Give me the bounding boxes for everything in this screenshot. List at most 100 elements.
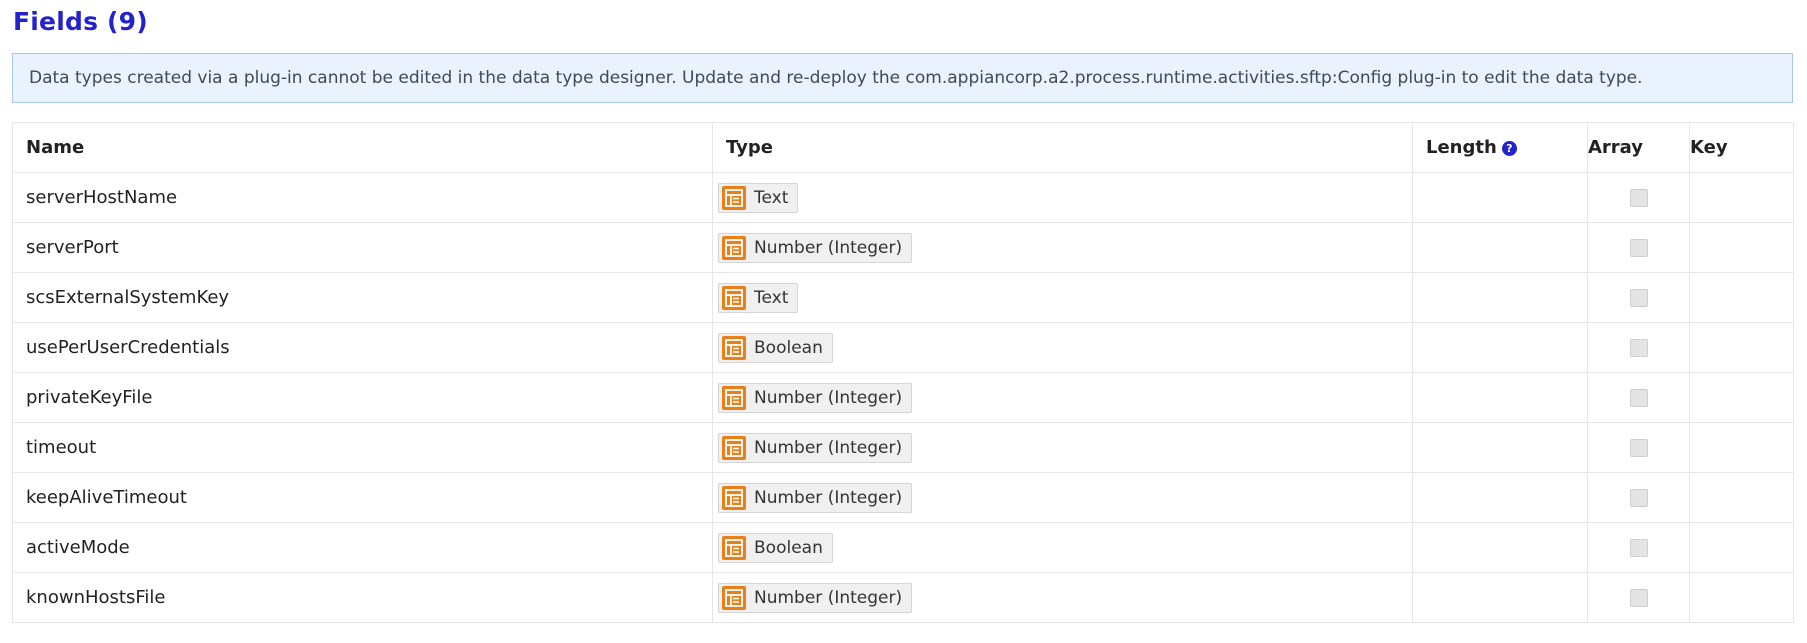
table-row: activeMode Boolean: [12, 522, 1794, 573]
array-checkbox[interactable]: [1629, 189, 1648, 207]
type-chip[interactable]: Text: [718, 182, 799, 213]
field-key: [1689, 172, 1794, 223]
field-key: [1689, 372, 1794, 423]
field-length: [1412, 572, 1588, 623]
field-array: [1587, 522, 1690, 573]
field-name: activeMode: [12, 522, 713, 573]
column-header-length-label: Length: [1426, 137, 1497, 158]
field-key: [1689, 522, 1794, 573]
data-type-icon: [722, 435, 746, 460]
table-row: timeout Number (Integer): [12, 422, 1794, 473]
data-type-icon: [722, 535, 746, 560]
field-type: Boolean: [712, 522, 1413, 573]
field-name: scsExternalSystemKey: [12, 272, 713, 323]
type-label: Text: [754, 187, 789, 208]
fields-table: Name Type Length? Array Key serverHostNa…: [12, 122, 1794, 623]
table-header-row: Name Type Length? Array Key: [12, 122, 1794, 173]
type-label: Number (Integer): [754, 237, 903, 258]
table-row: serverHostName Text: [12, 172, 1794, 223]
field-key: [1689, 422, 1794, 473]
field-array: [1587, 472, 1690, 523]
field-name-text: serverHostName: [26, 187, 178, 208]
field-length: [1412, 422, 1588, 473]
field-type: Number (Integer): [712, 572, 1413, 623]
column-header-array: Array: [1587, 122, 1690, 173]
array-checkbox[interactable]: [1629, 589, 1648, 607]
data-type-icon: [722, 385, 746, 410]
table-row: scsExternalSystemKey Text: [12, 272, 1794, 323]
field-length: [1412, 522, 1588, 573]
field-key: [1689, 572, 1794, 623]
array-checkbox[interactable]: [1629, 539, 1648, 557]
array-checkbox[interactable]: [1629, 389, 1648, 407]
field-array: [1587, 322, 1690, 373]
table-row: serverPort Number (Integer): [12, 222, 1794, 273]
table-row: knownHostsFile Number (Integer): [12, 572, 1794, 623]
fields-page: Fields (9) Data types created via a plug…: [0, 0, 1807, 643]
type-label: Text: [754, 287, 789, 308]
field-array: [1587, 372, 1690, 423]
type-label: Number (Integer): [754, 437, 903, 458]
field-name-text: scsExternalSystemKey: [26, 287, 230, 308]
field-type: Text: [712, 172, 1413, 223]
field-key: [1689, 222, 1794, 273]
field-name: serverPort: [12, 222, 713, 273]
type-chip[interactable]: Number (Integer): [718, 582, 913, 613]
column-header-type: Type: [712, 122, 1413, 173]
field-key: [1689, 322, 1794, 373]
column-header-length: Length?: [1412, 122, 1588, 173]
data-type-icon: [722, 185, 746, 210]
array-checkbox[interactable]: [1629, 289, 1648, 307]
field-key: [1689, 472, 1794, 523]
type-label: Number (Integer): [754, 587, 903, 608]
type-chip[interactable]: Number (Integer): [718, 482, 913, 513]
type-label: Boolean: [754, 537, 823, 558]
array-checkbox[interactable]: [1629, 489, 1648, 507]
column-header-key: Key: [1689, 122, 1794, 173]
field-key: [1689, 272, 1794, 323]
field-name: timeout: [12, 422, 713, 473]
field-name: privateKeyFile: [12, 372, 713, 423]
field-name-text: knownHostsFile: [26, 587, 166, 608]
column-header-name: Name: [12, 122, 713, 173]
field-name: serverHostName: [12, 172, 713, 223]
table-row: privateKeyFile Number (Integer): [12, 372, 1794, 423]
type-chip[interactable]: Number (Integer): [718, 232, 913, 263]
field-name-text: privateKeyFile: [26, 387, 153, 408]
field-type: Number (Integer): [712, 372, 1413, 423]
field-name-text: activeMode: [26, 537, 130, 558]
array-checkbox[interactable]: [1629, 339, 1648, 357]
field-length: [1412, 172, 1588, 223]
field-array: [1587, 222, 1690, 273]
field-type: Text: [712, 272, 1413, 323]
field-name-text: serverPort: [26, 237, 119, 258]
table-row: keepAliveTimeout Number (Integer): [12, 472, 1794, 523]
fields-heading: Fields (9): [13, 7, 148, 36]
data-type-icon: [722, 335, 746, 360]
field-array: [1587, 172, 1690, 223]
field-type: Number (Integer): [712, 222, 1413, 273]
field-type: Boolean: [712, 322, 1413, 373]
type-chip[interactable]: Number (Integer): [718, 382, 913, 413]
table-row: usePerUserCredentials Boolean: [12, 322, 1794, 373]
type-chip[interactable]: Boolean: [718, 332, 833, 363]
type-label: Boolean: [754, 337, 823, 358]
field-name-text: timeout: [26, 437, 97, 458]
data-type-icon: [722, 235, 746, 260]
array-checkbox[interactable]: [1629, 239, 1648, 257]
field-name-text: usePerUserCredentials: [26, 337, 230, 358]
type-label: Number (Integer): [754, 387, 903, 408]
type-chip[interactable]: Number (Integer): [718, 432, 913, 463]
field-array: [1587, 572, 1690, 623]
array-checkbox[interactable]: [1629, 439, 1648, 457]
type-chip[interactable]: Boolean: [718, 532, 833, 563]
help-icon[interactable]: ?: [1501, 141, 1517, 156]
field-type: Number (Integer): [712, 422, 1413, 473]
data-type-icon: [722, 485, 746, 510]
data-type-icon: [722, 585, 746, 610]
info-message-box: Data types created via a plug-in cannot …: [12, 53, 1793, 103]
type-chip[interactable]: Text: [718, 282, 799, 313]
field-length: [1412, 272, 1588, 323]
type-label: Number (Integer): [754, 487, 903, 508]
field-name: keepAliveTimeout: [12, 472, 713, 523]
